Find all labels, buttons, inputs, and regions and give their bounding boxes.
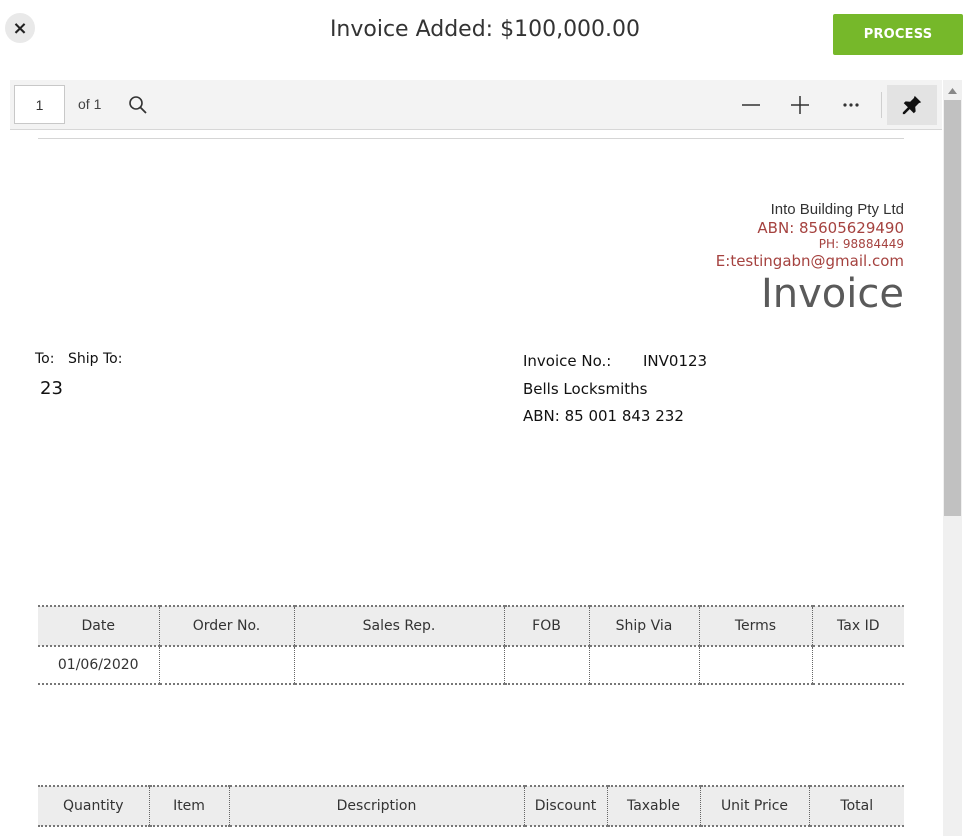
table-row: 01/06/2020 [38, 646, 904, 685]
order-header-ship-via: Ship Via [588, 605, 700, 647]
toolbar-divider [881, 92, 882, 118]
zoom-out-icon[interactable] [738, 92, 764, 118]
items-table-header-row: Quantity Item Description Discount Taxab… [38, 785, 904, 827]
invoice-page: Into Building Pty Ltd ABN: 85605629490 P… [10, 130, 942, 836]
to-value: 23 [40, 378, 63, 399]
invoice-title: Invoice [760, 271, 904, 317]
company-abn: ABN: 85605629490 [757, 219, 904, 237]
tax-id-cell [811, 646, 904, 685]
company-email: E:testingabn@gmail.com [715, 252, 904, 270]
items-header-item: Item [148, 785, 230, 827]
pin-icon [902, 95, 922, 115]
order-header-fob: FOB [503, 605, 590, 647]
order-date-cell: 01/06/2020 [38, 646, 160, 685]
page-divider [38, 138, 904, 139]
pdf-toolbar: of 1 [10, 80, 942, 130]
items-table: Quantity Item Description Discount Taxab… [38, 785, 904, 827]
items-header-taxable: Taxable [606, 785, 701, 827]
ship-via-cell [588, 646, 700, 685]
order-header-sales-rep: Sales Rep. [293, 605, 505, 647]
scroll-up-icon[interactable] [943, 84, 962, 98]
modal-title: Invoice Added: $100,000.00 [329, 17, 641, 42]
to-label: To: [35, 351, 55, 367]
page-number-input[interactable] [14, 85, 65, 124]
vertical-scrollbar[interactable] [943, 80, 962, 836]
items-header-discount: Discount [523, 785, 608, 827]
zoom-in-icon[interactable] [787, 92, 813, 118]
more-icon[interactable] [838, 92, 864, 118]
customer-name: Bells Locksmiths [523, 380, 648, 398]
order-table-header-row: Date Order No. Sales Rep. FOB Ship Via T… [38, 605, 904, 647]
company-phone: PH: 98884449 [818, 237, 904, 251]
fob-cell [503, 646, 590, 685]
process-button[interactable]: PROCESS [833, 14, 963, 55]
order-header-date: Date [38, 605, 160, 647]
order-header-terms: Terms [698, 605, 813, 647]
invoice-number-label: Invoice No.: [523, 352, 612, 370]
scrollbar-thumb[interactable] [944, 100, 961, 516]
invoice-number-value: INV0123 [643, 352, 708, 370]
search-icon[interactable] [125, 92, 151, 118]
items-header-total: Total [808, 785, 904, 827]
ship-to-label: Ship To: [68, 351, 123, 367]
order-table: Date Order No. Sales Rep. FOB Ship Via T… [38, 605, 904, 685]
terms-cell [698, 646, 813, 685]
sales-rep-cell [293, 646, 505, 685]
items-header-unit-price: Unit Price [699, 785, 810, 827]
pin-button[interactable] [887, 85, 937, 125]
company-name: Into Building Pty Ltd [770, 201, 904, 218]
order-header-tax-id: Tax ID [811, 605, 904, 647]
customer-abn: ABN: 85 001 843 232 [523, 407, 684, 425]
items-header-quantity: Quantity [38, 785, 150, 827]
order-no-cell [158, 646, 295, 685]
pdf-viewer: of 1 Into Building Pty Ltd ABN: 85605629… [10, 80, 962, 836]
order-header-order-no: Order No. [158, 605, 295, 647]
items-header-description: Description [228, 785, 525, 827]
page-count-label: of 1 [78, 96, 102, 112]
